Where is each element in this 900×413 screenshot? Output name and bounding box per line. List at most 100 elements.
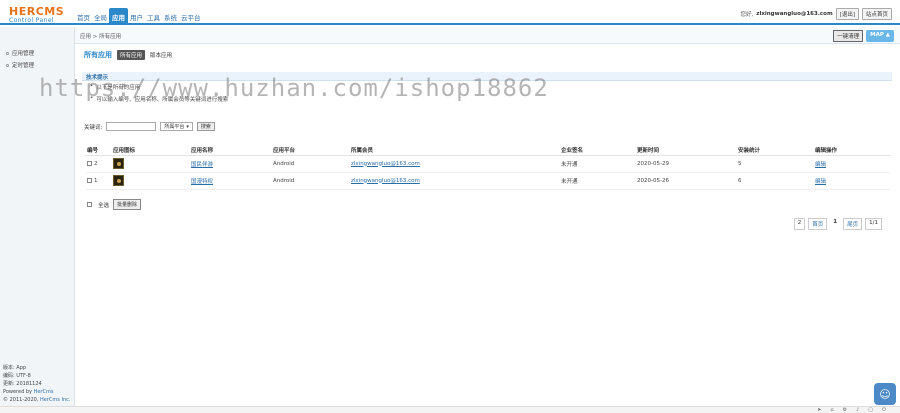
username: zlxingwangluo@163.com: [756, 11, 833, 17]
col-updated: 更新时间: [635, 145, 736, 156]
select-all-label: 全选: [98, 202, 110, 209]
apps-table: 编号 应用图标 应用名称 应用平台 所属会员 企业签名 更新时间 安装统计 编辑…: [85, 145, 891, 190]
watermark: https://www.huzhan.com/ishop18862: [39, 74, 549, 102]
last-page-link[interactable]: 尾页: [843, 218, 863, 230]
chat-support-icon[interactable]: ☺: [874, 383, 896, 405]
row-platform: Android: [271, 172, 349, 190]
logo-main: HERCMS: [9, 5, 65, 18]
sidebar-item-cron-manage[interactable]: 定时管理: [0, 59, 74, 71]
nav-home[interactable]: 首页: [75, 12, 92, 25]
copyright-prefix: © 2011-2020,: [3, 397, 41, 403]
user-area: 您好, zlxingwangluo@163.com [退出] 站点首页: [740, 8, 892, 20]
tab-all-apps[interactable]: 所有应用: [117, 50, 146, 60]
nav-apps[interactable]: 应用: [109, 8, 128, 25]
select-all-checkbox[interactable]: [87, 202, 92, 207]
col-installs: 安装统计: [736, 145, 813, 156]
logo-sub: Control Panel: [9, 17, 54, 24]
col-icon: 应用图标: [111, 145, 189, 156]
logo[interactable]: HERCMS Control Panel: [9, 6, 64, 24]
member-link[interactable]: zlxingwangluo@163.com: [351, 161, 420, 167]
row-sign: 未开通: [559, 172, 635, 190]
member-link[interactable]: zlxingwangluo@163.com: [351, 178, 420, 184]
search-bar: 关键词: 所属平台 ▾ 搜索: [84, 122, 215, 131]
sidebar-item-label: 应用管理: [12, 51, 35, 57]
edit-link[interactable]: 编辑: [815, 162, 826, 168]
platform-select[interactable]: 所属平台 ▾: [160, 122, 193, 131]
edit-link[interactable]: 编辑: [815, 179, 826, 185]
page-title: 所有应用: [84, 51, 112, 59]
window-icon[interactable]: ▢: [868, 407, 873, 413]
clear-cache-button[interactable]: 一键清理: [833, 30, 864, 42]
top-bar: HERCMS Control Panel 首页 全局 应用 用户 工具 系统 云…: [0, 0, 900, 25]
site-home-button[interactable]: 站点首页: [861, 8, 892, 20]
app-name-link[interactable]: 国漫特权: [191, 179, 213, 185]
col-id: 编号: [85, 145, 111, 156]
chevron-down-icon: ▾: [186, 123, 189, 130]
update-text: 更新: 20181124: [3, 381, 42, 387]
app-name-link[interactable]: 国民伴游: [191, 162, 213, 168]
row-sign: 未开通: [559, 155, 635, 173]
nav-cloud[interactable]: 云平台: [179, 12, 203, 25]
col-member: 所属会员: [349, 145, 559, 156]
row-updated: 2020-05-26: [635, 172, 736, 190]
row-installs: 6: [736, 172, 813, 190]
tab-version-apps[interactable]: 版本应用: [150, 51, 172, 59]
row-checkbox[interactable]: [87, 160, 92, 166]
nav-global[interactable]: 全局: [92, 12, 109, 25]
app-icon: [113, 158, 124, 169]
copyright-brand[interactable]: HerCms Inc.: [40, 397, 70, 403]
status-bar: ➤ ⌂ ⚙ ♪ ▢ ⏻: [0, 406, 900, 413]
table-row: 2 国民伴游 Android zlxingwangluo@163.com 未开通…: [85, 155, 891, 173]
logout-button[interactable]: [退出]: [835, 8, 859, 20]
copyright: © 2011-2020, HerCms Inc.: [3, 396, 70, 404]
sidebar-item-app-manage[interactable]: 应用管理: [0, 47, 74, 59]
platform-select-value: 所属平台: [164, 124, 185, 130]
tab-bar: 所有应用 所有应用 版本应用: [84, 50, 172, 60]
row-id: 1: [94, 177, 98, 184]
bulk-delete-button[interactable]: 批量删除: [113, 199, 142, 210]
search-label: 关键词:: [84, 124, 103, 131]
nav-users[interactable]: 用户: [128, 12, 145, 25]
sidebar-item-label: 定时管理: [12, 63, 35, 69]
bullet-icon: [6, 63, 9, 67]
home-icon[interactable]: ⌂: [830, 407, 833, 413]
greeting: 您好,: [740, 12, 754, 18]
page-count: 2: [793, 218, 806, 230]
table-row: 1 国漫特权 Android zlxingwangluo@163.com 未开通…: [85, 172, 891, 190]
current-page: 1: [833, 219, 838, 225]
main-nav: 首页 全局 应用 用户 工具 系统 云平台: [75, 7, 203, 25]
row-platform: Android: [271, 155, 349, 173]
system-info: 版本: App 编码: UTF-8 更新: 20181124 Powered b…: [3, 364, 70, 404]
first-page-link[interactable]: 首页: [808, 218, 828, 230]
table-header: 编号 应用图标 应用名称 应用平台 所属会员 企业签名 更新时间 安装统计 编辑…: [85, 145, 891, 156]
row-updated: 2020-05-29: [635, 155, 736, 173]
search-button[interactable]: 搜索: [196, 122, 215, 131]
breadcrumb: 应用 > 所有应用: [80, 34, 122, 40]
charset-text: 编码: UTF-8: [3, 373, 31, 379]
page-ratio: 1/1: [865, 218, 882, 230]
powered-prefix: Powered by: [3, 389, 34, 395]
nav-tools[interactable]: 工具: [145, 12, 162, 25]
bullet-icon: [6, 51, 9, 55]
nav-system[interactable]: 系统: [162, 12, 179, 25]
power-icon[interactable]: ⏻: [882, 407, 886, 413]
powered-by: Powered by HerCms: [3, 388, 70, 396]
bulk-actions: 全选 批量删除: [87, 199, 142, 210]
row-id: 2: [94, 160, 98, 167]
sound-icon[interactable]: ♪: [856, 407, 859, 413]
settings-icon[interactable]: ⚙: [843, 407, 847, 413]
row-checkbox[interactable]: [87, 177, 92, 183]
sub-bar: 应用 > 所有应用 一键清理 MAP ▲: [75, 27, 900, 44]
pagination: 2 首页 1 尾页 1/1: [793, 218, 882, 230]
col-actions: 编辑操作: [813, 145, 891, 156]
map-button[interactable]: MAP ▲: [866, 30, 894, 42]
version-text: 版本: App: [3, 365, 27, 371]
app-icon: [113, 175, 124, 186]
col-sign: 企业签名: [559, 145, 635, 156]
search-input[interactable]: [106, 122, 157, 131]
col-name: 应用名称: [189, 145, 271, 156]
col-platform: 应用平台: [271, 145, 349, 156]
powered-brand[interactable]: HerCms: [34, 389, 54, 395]
row-installs: 5: [736, 155, 813, 173]
send-icon[interactable]: ➤: [817, 407, 821, 413]
